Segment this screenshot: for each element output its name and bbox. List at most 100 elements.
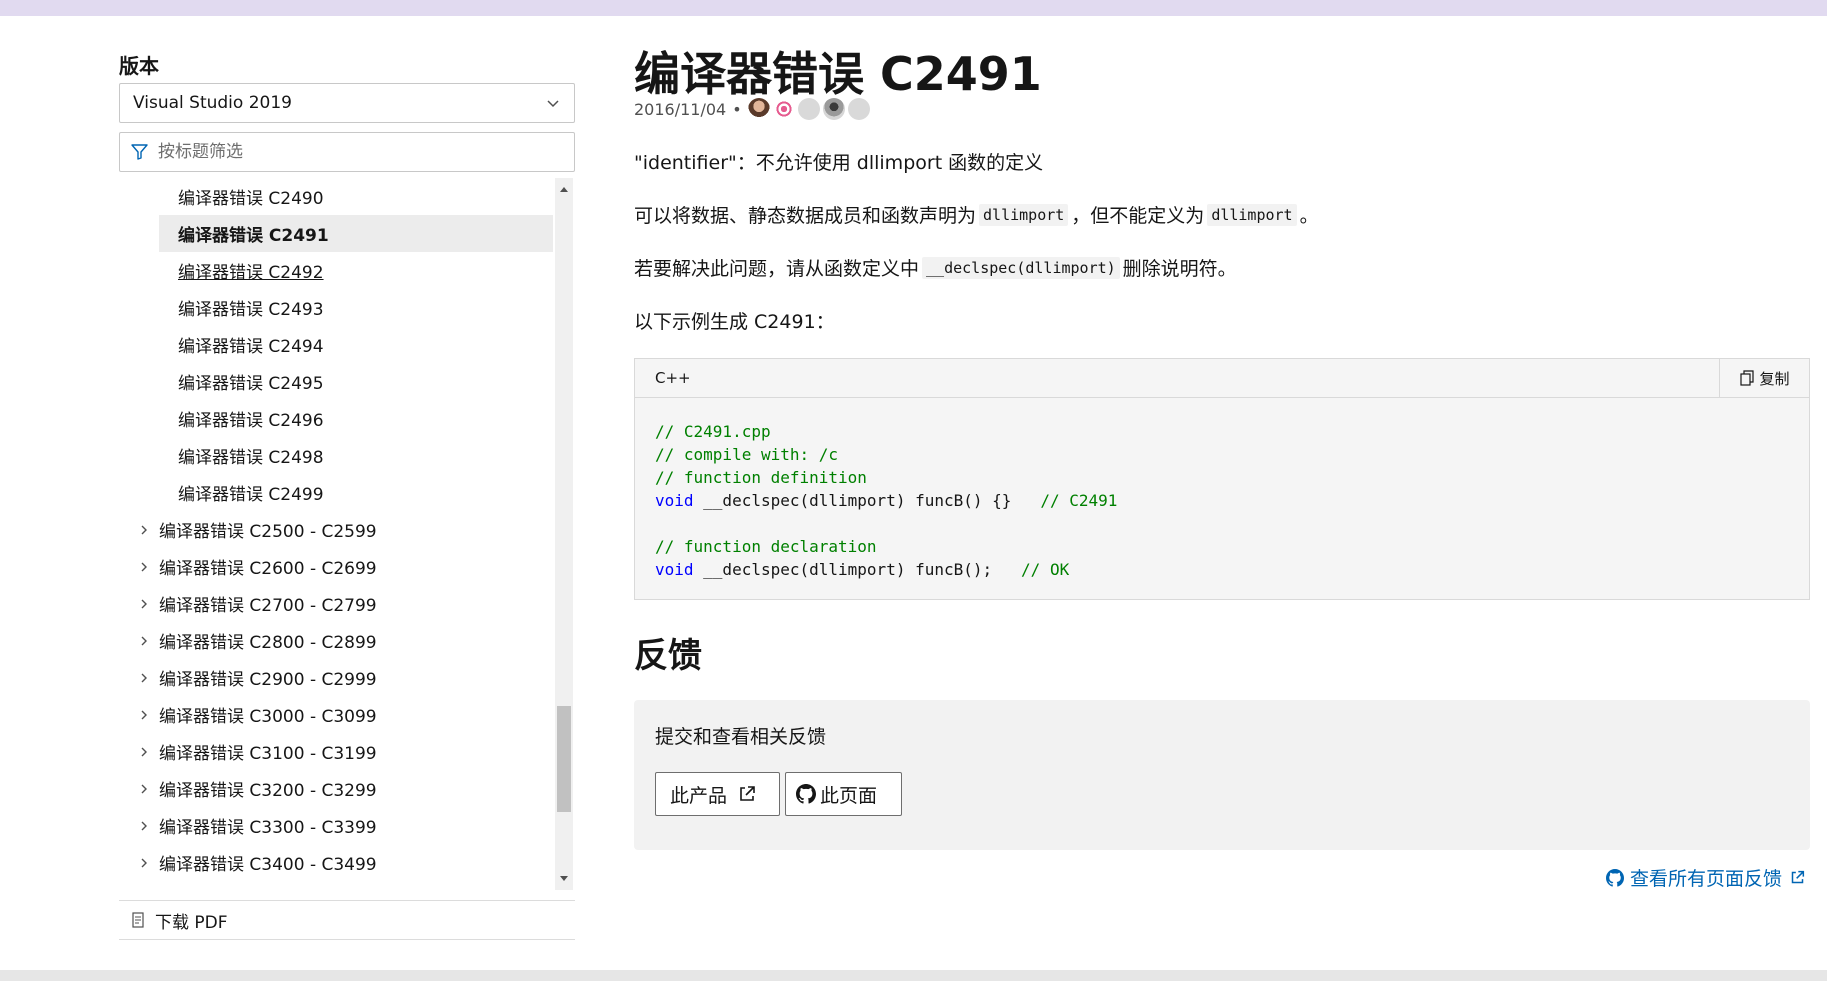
- toc-group-item[interactable]: 编译器错误 C3400 - C3499: [119, 844, 553, 881]
- view-all-feedback-label: 查看所有页面反馈: [1629, 868, 1782, 890]
- code-language: C++: [655, 369, 691, 387]
- toc-group-item[interactable]: 编译器错误 C3500 - C3999: [119, 881, 553, 890]
- code-comment: // C2491: [1040, 491, 1118, 510]
- scroll-up-arrow-icon[interactable]: [555, 180, 573, 198]
- toc-group-item[interactable]: 编译器错误 C2800 - C2899: [119, 622, 553, 659]
- chevron-right-icon[interactable]: [139, 524, 159, 536]
- article-date: 2016/11/04: [634, 99, 727, 119]
- toc-item-label: 编译器错误 C2491: [178, 226, 329, 246]
- code-block: C++ 复制 // C2491.cpp // compile with: /c …: [634, 358, 1810, 600]
- toc-group-item[interactable]: 编译器错误 C2500 - C2599: [119, 511, 553, 548]
- toc-group-item[interactable]: 编译器错误 C3300 - C3399: [119, 807, 553, 844]
- toc-item-label: 编译器错误 C2496: [178, 411, 324, 431]
- download-pdf-link[interactable]: 下载 PDF: [119, 900, 575, 940]
- download-pdf-label: 下载 PDF: [155, 912, 228, 933]
- toc-item[interactable]: 编译器错误 C2494: [119, 326, 553, 363]
- toc-item-label: 编译器错误 C2600 - C2699: [159, 559, 377, 579]
- feedback-title: 反馈: [634, 636, 702, 676]
- code-header: C++ 复制: [635, 359, 1809, 398]
- contributor-avatar[interactable]: [847, 98, 870, 120]
- toc-group-item[interactable]: 编译器错误 C3200 - C3299: [119, 770, 553, 807]
- toc-item-label: 编译器错误 C2900 - C2999: [159, 670, 377, 690]
- code-text: __declspec(dllimport) funcB() {}: [693, 491, 1041, 510]
- github-icon: [1605, 868, 1626, 888]
- chevron-right-icon[interactable]: [139, 820, 159, 832]
- code-comment: // function declaration: [655, 537, 877, 556]
- toc-item-label: 编译器错误 C3000 - C3099: [159, 707, 377, 727]
- version-select[interactable]: Visual Studio 2019: [119, 83, 575, 123]
- toc-group-item[interactable]: 编译器错误 C3100 - C3199: [119, 733, 553, 770]
- paragraph-text: 以下示例生成 C2491：: [634, 311, 835, 333]
- version-label: 版本: [119, 54, 159, 78]
- chevron-down-icon: [544, 94, 562, 112]
- code-body: // C2491.cpp // compile with: /c // func…: [635, 398, 1809, 603]
- code-comment: // function definition: [655, 468, 867, 487]
- toc-item[interactable]: 编译器错误 C2496: [119, 400, 553, 437]
- toc-item[interactable]: 编译器错误 C2498: [119, 437, 553, 474]
- external-link-icon: [1790, 870, 1806, 886]
- paragraph-text: "identifier"：不允许使用 dllimport 函数的定义: [634, 152, 1044, 174]
- github-icon: [796, 784, 816, 804]
- code-text: __declspec(dllimport) funcB();: [693, 560, 1022, 579]
- inline-code: dllimport: [1207, 203, 1297, 226]
- contributor-avatar[interactable]: [797, 98, 820, 120]
- version-select-value: Visual Studio 2019: [133, 93, 292, 113]
- chevron-right-icon[interactable]: [139, 783, 159, 795]
- code-keyword: void: [655, 491, 694, 510]
- inline-code: dllimport: [979, 203, 1069, 226]
- meta-separator: •: [732, 99, 742, 119]
- paragraph-text: 删除说明符。: [1122, 258, 1237, 280]
- paragraph-example-intro: 以下示例生成 C2491：: [634, 307, 835, 334]
- scrollbar-thumb[interactable]: [557, 706, 571, 812]
- toc-item[interactable]: 编译器错误 C2499: [119, 474, 553, 511]
- code-comment: // compile with: /c: [655, 445, 839, 464]
- copy-button[interactable]: 复制: [1719, 359, 1809, 397]
- toc-item-label: 编译器错误 C3200 - C3299: [159, 781, 377, 801]
- toc: 编译器错误 C2490 编译器错误 C2491 编译器错误 C2492 编译器错误 C…: [119, 178, 575, 890]
- feedback-prompt: 提交和查看相关反馈: [655, 726, 827, 748]
- chevron-right-icon[interactable]: [139, 709, 159, 721]
- contributor-avatar[interactable]: [747, 98, 770, 120]
- toc-item[interactable]: 编译器错误 C2493: [119, 289, 553, 326]
- page-title: 编译器错误 C2491: [634, 47, 1042, 101]
- toc-group-item[interactable]: 编译器错误 C2600 - C2699: [119, 548, 553, 585]
- product-feedback-button[interactable]: 此产品: [655, 772, 780, 816]
- toc-list: 编译器错误 C2490 编译器错误 C2491 编译器错误 C2492 编译器错误 C…: [119, 178, 553, 890]
- code-keyword: void: [655, 560, 694, 579]
- filter-icon: [130, 141, 152, 163]
- filter-box[interactable]: [119, 132, 575, 172]
- document-icon: [131, 911, 149, 929]
- chevron-right-icon[interactable]: [139, 598, 159, 610]
- toc-item-label: 编译器错误 C2494: [178, 337, 324, 357]
- filter-input[interactable]: [158, 142, 558, 162]
- toc-item[interactable]: 编译器错误 C2490: [119, 178, 553, 215]
- paragraph-error-message: "identifier"：不允许使用 dllimport 函数的定义: [634, 148, 1043, 175]
- page-feedback-button[interactable]: 此页面: [785, 772, 902, 816]
- toc-item[interactable]: 编译器错误 C2491: [159, 215, 553, 252]
- toc-item-label: 编译器错误 C2493: [178, 300, 324, 320]
- chevron-right-icon[interactable]: [139, 746, 159, 758]
- external-link-icon: [737, 784, 757, 804]
- toc-item-label: 编译器错误 C2500 - C2599: [159, 522, 377, 542]
- toc-item-label: 编译器错误 C3400 - C3499: [159, 855, 377, 875]
- toc-item-label: 编译器错误 C3300 - C3399: [159, 818, 377, 838]
- toc-group-item[interactable]: 编译器错误 C2700 - C2799: [119, 585, 553, 622]
- chevron-right-icon[interactable]: [139, 672, 159, 684]
- toc-item[interactable]: 编译器错误 C2495: [119, 363, 553, 400]
- chevron-right-icon[interactable]: [139, 561, 159, 573]
- sidebar: 版本 Visual Studio 2019 编译器错误 C2490编译器错误 C…: [119, 16, 575, 970]
- toc-scrollbar[interactable]: [555, 178, 573, 890]
- paragraph-description: 可以将数据、静态数据成员和函数声明为 dllimport ，但不能定义为 dll…: [634, 201, 1319, 228]
- chevron-right-icon[interactable]: [139, 857, 159, 869]
- contributor-avatar[interactable]: [822, 98, 845, 120]
- paragraph-text: 可以将数据、静态数据成员和函数声明为: [634, 205, 977, 227]
- toc-item-label: 编译器错误 C2800 - C2899: [159, 633, 377, 653]
- toc-item-label: 编译器错误 C2499: [178, 485, 324, 505]
- view-all-feedback-link[interactable]: 查看所有页面反馈: [1605, 864, 1806, 891]
- toc-item[interactable]: 编译器错误 C2492: [119, 252, 553, 289]
- toc-group-item[interactable]: 编译器错误 C2900 - C2999: [119, 659, 553, 696]
- toc-group-item[interactable]: 编译器错误 C3000 - C3099: [119, 696, 553, 733]
- scroll-down-arrow-icon[interactable]: [555, 870, 573, 888]
- chevron-right-icon[interactable]: [139, 635, 159, 647]
- contributor-avatar[interactable]: [772, 98, 795, 120]
